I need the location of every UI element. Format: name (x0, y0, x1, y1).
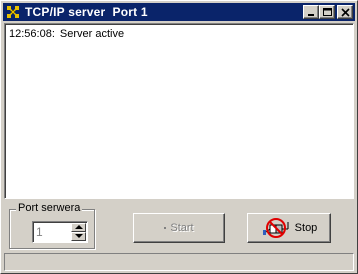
status-bar (4, 253, 354, 271)
port-value: 1 (36, 225, 43, 239)
window-title: TCP/IP server Port 1 (25, 5, 148, 19)
app-window: TCP/IP server Port 1 12:56:08: Server ac… (0, 0, 358, 274)
arrow-down-icon (75, 234, 83, 238)
maximize-button[interactable] (319, 5, 335, 19)
minimize-icon (308, 14, 314, 16)
start-icon (164, 227, 167, 229)
spin-up-button[interactable] (71, 223, 86, 232)
stop-button[interactable]: Stop (247, 213, 331, 243)
title-buttons (303, 5, 353, 19)
close-button[interactable] (337, 5, 353, 19)
app-icon (5, 4, 21, 20)
no-connection-icon (262, 218, 289, 238)
log-time: 12:56:08: (9, 28, 55, 40)
minimize-button[interactable] (303, 5, 319, 19)
port-spin-input[interactable]: 1 (32, 221, 88, 243)
start-button[interactable]: Start (133, 213, 225, 243)
log-message: Server active (59, 28, 125, 40)
stop-label: Stop (294, 222, 318, 234)
close-icon (341, 8, 350, 17)
arrow-up-icon (75, 225, 83, 229)
title-bar[interactable]: TCP/IP server Port 1 (3, 3, 355, 21)
log-area[interactable]: 12:56:08: Server active (4, 23, 354, 199)
maximize-icon (323, 8, 332, 16)
start-label: Start (170, 222, 194, 234)
spin-down-button[interactable] (71, 232, 86, 241)
port-groupbox: Port serwera 1 (9, 202, 95, 249)
port-group-label: Port serwera (16, 202, 83, 214)
log-line: 12:56:08: Server active (9, 27, 349, 41)
